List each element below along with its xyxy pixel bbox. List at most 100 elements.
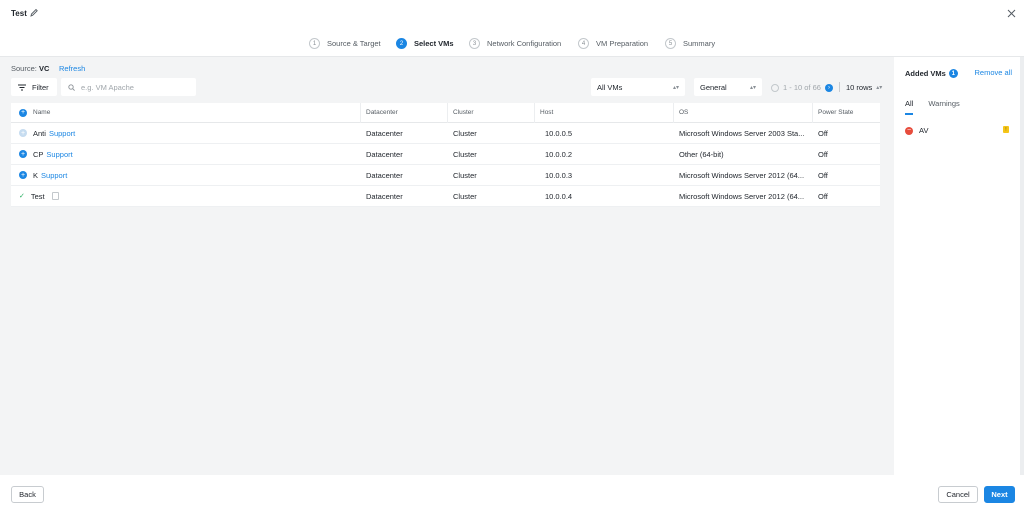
filter-label: Filter bbox=[32, 82, 49, 92]
next-page-icon[interactable]: › bbox=[824, 83, 833, 92]
cluster-cell: Cluster bbox=[453, 170, 477, 180]
table-row[interactable]: ✓ Test Datacenter Cluster 10.0.0.4 Micro… bbox=[11, 186, 880, 207]
close-icon[interactable] bbox=[1007, 9, 1016, 18]
step-summary[interactable]: 5 Summary bbox=[665, 38, 715, 49]
step-number: 1 bbox=[309, 38, 320, 49]
datacenter-cell: Datacenter bbox=[366, 128, 403, 138]
column-label: Name bbox=[33, 109, 51, 116]
edit-pencil-icon[interactable] bbox=[30, 8, 38, 17]
added-count-badge: 1 bbox=[948, 69, 958, 78]
remove-all-link[interactable]: Remove all bbox=[974, 68, 1012, 77]
column-divider bbox=[360, 103, 361, 123]
vm-name-cell: + K Support bbox=[19, 165, 359, 185]
pagination: 1 - 10 of 66 › bbox=[771, 83, 833, 92]
cluster-cell: Cluster bbox=[453, 128, 477, 138]
vm-table: + Name Datacenter Cluster Host OS Power … bbox=[11, 103, 880, 207]
cluster-cell: Cluster bbox=[453, 191, 477, 201]
prev-page-icon[interactable] bbox=[771, 83, 779, 92]
table-row[interactable]: + K Support Datacenter Cluster 10.0.0.3 … bbox=[11, 165, 880, 186]
step-vm-preparation[interactable]: 4 VM Preparation bbox=[578, 38, 648, 49]
step-label: Summary bbox=[683, 39, 716, 48]
table-header: + Name Datacenter Cluster Host OS Power … bbox=[11, 103, 880, 123]
power-state-cell: Off bbox=[818, 191, 828, 201]
cancel-button[interactable]: Cancel bbox=[938, 486, 978, 503]
column-datacenter[interactable]: Datacenter bbox=[366, 103, 446, 122]
filter-button[interactable]: Filter bbox=[11, 78, 57, 96]
added-vms-title: Added VMs 1 bbox=[905, 69, 958, 78]
datacenter-cell: Datacenter bbox=[366, 170, 403, 180]
column-divider bbox=[447, 103, 448, 123]
vm-name: K bbox=[33, 170, 39, 180]
cluster-cell: Cluster bbox=[453, 149, 477, 159]
dialog-footer: Back Cancel Next bbox=[0, 475, 1024, 511]
column-power-state[interactable]: Power State bbox=[818, 103, 878, 122]
warning-icon[interactable]: ! bbox=[1003, 126, 1009, 133]
step-label: Network Configuration bbox=[487, 39, 562, 48]
source-label: Source: bbox=[11, 64, 37, 73]
vm-selection-panel: Source: VC Refresh Filter All VMs ▴▾ Gen… bbox=[0, 57, 894, 475]
dialog-title: Test bbox=[11, 9, 27, 18]
step-select-vms[interactable]: 2 Select VMs bbox=[396, 38, 454, 49]
host-cell: 10.0.0.4 bbox=[545, 191, 573, 201]
added-check-icon: ✓ bbox=[19, 193, 25, 200]
datacenter-cell: Datacenter bbox=[366, 149, 403, 159]
search-input[interactable] bbox=[81, 82, 191, 92]
document-icon bbox=[51, 192, 59, 200]
add-vm-icon[interactable]: + bbox=[19, 171, 27, 179]
vm-name: CP bbox=[33, 149, 44, 159]
sidebar-scrollbar[interactable] bbox=[1020, 57, 1024, 475]
host-cell: 10.0.0.3 bbox=[545, 170, 573, 180]
step-label: Select VMs bbox=[414, 39, 454, 48]
step-number: 4 bbox=[578, 38, 589, 49]
column-divider bbox=[673, 103, 674, 123]
step-network-configuration[interactable]: 3 Network Configuration bbox=[469, 38, 561, 49]
tab-warnings[interactable]: Warnings bbox=[928, 99, 959, 115]
vm-name: Test bbox=[30, 191, 45, 201]
add-all-icon[interactable]: + bbox=[19, 108, 27, 117]
step-label: Source & Target bbox=[327, 39, 381, 48]
os-cell: Microsoft Windows Server 2003 Sta... bbox=[679, 128, 805, 138]
tab-all[interactable]: All bbox=[905, 99, 914, 115]
view-select[interactable]: General ▴▾ bbox=[694, 78, 762, 96]
select-caret-icon: ▴▾ bbox=[876, 85, 883, 91]
remove-vm-icon[interactable]: − bbox=[905, 126, 913, 135]
power-state-cell: Off bbox=[818, 128, 828, 138]
column-name[interactable]: + Name bbox=[19, 103, 359, 122]
table-row[interactable]: + CP Support Datacenter Cluster 10.0.0.2… bbox=[11, 144, 880, 165]
vm-scope-value: All VMs bbox=[597, 82, 623, 92]
power-state-cell: Off bbox=[818, 170, 828, 180]
column-divider bbox=[812, 103, 813, 123]
pagination-text: 1 - 10 of 66 bbox=[783, 83, 821, 92]
vm-name-link[interactable]: Support bbox=[49, 129, 75, 138]
next-button[interactable]: Next bbox=[984, 486, 1015, 503]
vm-name: Anti bbox=[33, 128, 46, 138]
added-vms-panel: Added VMs 1 Remove all All Warnings − AV… bbox=[894, 57, 1024, 475]
search-icon bbox=[68, 83, 75, 91]
column-host[interactable]: Host bbox=[540, 103, 675, 122]
add-vm-icon[interactable]: + bbox=[19, 129, 27, 137]
toolbar-divider bbox=[839, 82, 840, 92]
rows-per-page-select[interactable]: 10 rows ▴▾ bbox=[846, 83, 882, 92]
add-vm-icon[interactable]: + bbox=[19, 150, 27, 158]
select-caret-icon: ▴▾ bbox=[672, 84, 679, 91]
rows-per-page-value: 10 rows bbox=[846, 83, 873, 92]
step-label: VM Preparation bbox=[596, 39, 649, 48]
table-row[interactable]: + Anti Support Datacenter Cluster 10.0.0… bbox=[11, 123, 880, 144]
host-cell: 10.0.0.2 bbox=[545, 149, 573, 159]
column-os[interactable]: OS bbox=[679, 103, 809, 122]
datacenter-cell: Datacenter bbox=[366, 191, 403, 201]
column-cluster[interactable]: Cluster bbox=[453, 103, 533, 122]
step-source-target[interactable]: 1 Source & Target bbox=[309, 38, 381, 49]
source-info: Source: VC bbox=[11, 64, 49, 73]
os-cell: Microsoft Windows Server 2012 (64... bbox=[679, 170, 805, 180]
added-vm-item: − AV ! bbox=[905, 126, 1009, 135]
back-button[interactable]: Back bbox=[11, 486, 44, 503]
vm-name-link[interactable]: Support bbox=[41, 171, 67, 180]
vm-name-cell: ✓ Test bbox=[19, 186, 359, 206]
refresh-link[interactable]: Refresh bbox=[59, 64, 85, 73]
vm-name-cell: + CP Support bbox=[19, 144, 359, 164]
search-box bbox=[61, 78, 196, 96]
vm-scope-select[interactable]: All VMs ▴▾ bbox=[591, 78, 685, 96]
os-cell: Microsoft Windows Server 2012 (64... bbox=[679, 191, 805, 201]
vm-name-link[interactable]: Support bbox=[46, 150, 72, 159]
